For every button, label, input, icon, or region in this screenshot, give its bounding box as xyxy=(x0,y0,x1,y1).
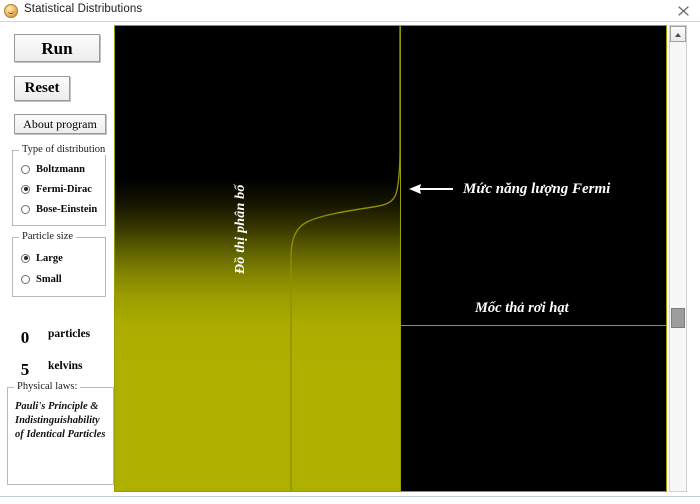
radio-boltzmann[interactable]: Boltzmann xyxy=(21,161,85,177)
particle-size-group: Particle size Large Small xyxy=(12,231,106,297)
radio-small-label: Small xyxy=(36,273,62,285)
radio-small-mark xyxy=(21,274,30,284)
about-program-button-label: About program xyxy=(23,117,97,131)
particle-chamber xyxy=(400,26,666,491)
radio-bose-einstein[interactable]: Bose-Einstein xyxy=(21,201,97,217)
radio-fermi-dirac-label: Fermi-Dirac xyxy=(36,183,92,195)
window-titlebar: Statistical Distributions xyxy=(0,0,700,22)
about-program-button[interactable]: About program xyxy=(14,114,106,134)
drop-level-label: Mốc thả rơi hạt xyxy=(475,300,569,316)
close-button[interactable] xyxy=(674,3,694,19)
run-button-label: Run xyxy=(41,38,73,58)
particles-counter: 0 particles xyxy=(0,328,114,350)
distribution-type-legend: Type of distribution xyxy=(19,144,109,155)
scroll-up-arrow-button[interactable] xyxy=(670,26,686,42)
app-smiley-icon xyxy=(4,4,18,18)
temperature-unit: kelvins xyxy=(48,360,83,372)
radio-boltzmann-mark xyxy=(21,164,30,174)
particles-count-value: 0 xyxy=(20,328,30,347)
control-sidebar: Run Reset About program Type of distribu… xyxy=(0,22,114,504)
particle-size-legend: Particle size xyxy=(19,231,77,242)
vertical-scrollbar[interactable] xyxy=(669,25,687,492)
radio-large[interactable]: Large xyxy=(21,250,63,266)
radio-fermi-dirac-mark xyxy=(21,184,30,194)
distribution-gradient-chamber xyxy=(115,26,400,491)
radio-large-mark xyxy=(21,253,30,263)
physical-laws-group: Physical laws: Pauli's Principle & Indis… xyxy=(7,381,114,485)
run-button[interactable]: Run xyxy=(14,34,100,62)
radio-large-label: Large xyxy=(36,252,63,264)
temperature-counter: 5 kelvins xyxy=(0,360,114,382)
distribution-type-group: Type of distribution Boltzmann Fermi-Dir… xyxy=(12,144,109,226)
radio-bose-einstein-mark xyxy=(21,204,30,214)
simulation-canvas[interactable]: Đồ thị phân bố Mức năng lượng Fermi Mốc … xyxy=(114,25,667,492)
particles-count-unit: particles xyxy=(48,328,91,340)
temperature-value: 5 xyxy=(20,360,30,379)
left-arrow-icon xyxy=(409,184,453,194)
radio-small[interactable]: Small xyxy=(21,271,62,287)
scrollbar-thumb[interactable] xyxy=(671,308,685,328)
physical-laws-text: Pauli's Principle & Indistinguishability… xyxy=(15,401,106,440)
radio-fermi-dirac[interactable]: Fermi-Dirac xyxy=(21,181,92,197)
physical-laws-legend: Physical laws: xyxy=(14,381,81,392)
window-title: Statistical Distributions xyxy=(24,3,143,15)
radio-bose-einstein-label: Bose-Einstein xyxy=(36,203,98,215)
reset-button-label: Reset xyxy=(24,80,60,96)
drop-level-line xyxy=(401,325,666,326)
fermi-level-label: Mức năng lượng Fermi xyxy=(463,180,611,197)
radio-boltzmann-label: Boltzmann xyxy=(36,163,86,175)
fermi-level-annotation: Mức năng lượng Fermi xyxy=(407,178,610,200)
chamber-divider-line xyxy=(400,26,401,491)
window-bottom-strip xyxy=(0,496,700,504)
distribution-axis-label: Đồ thị phân bố xyxy=(233,184,248,274)
reset-button[interactable]: Reset xyxy=(14,76,70,101)
